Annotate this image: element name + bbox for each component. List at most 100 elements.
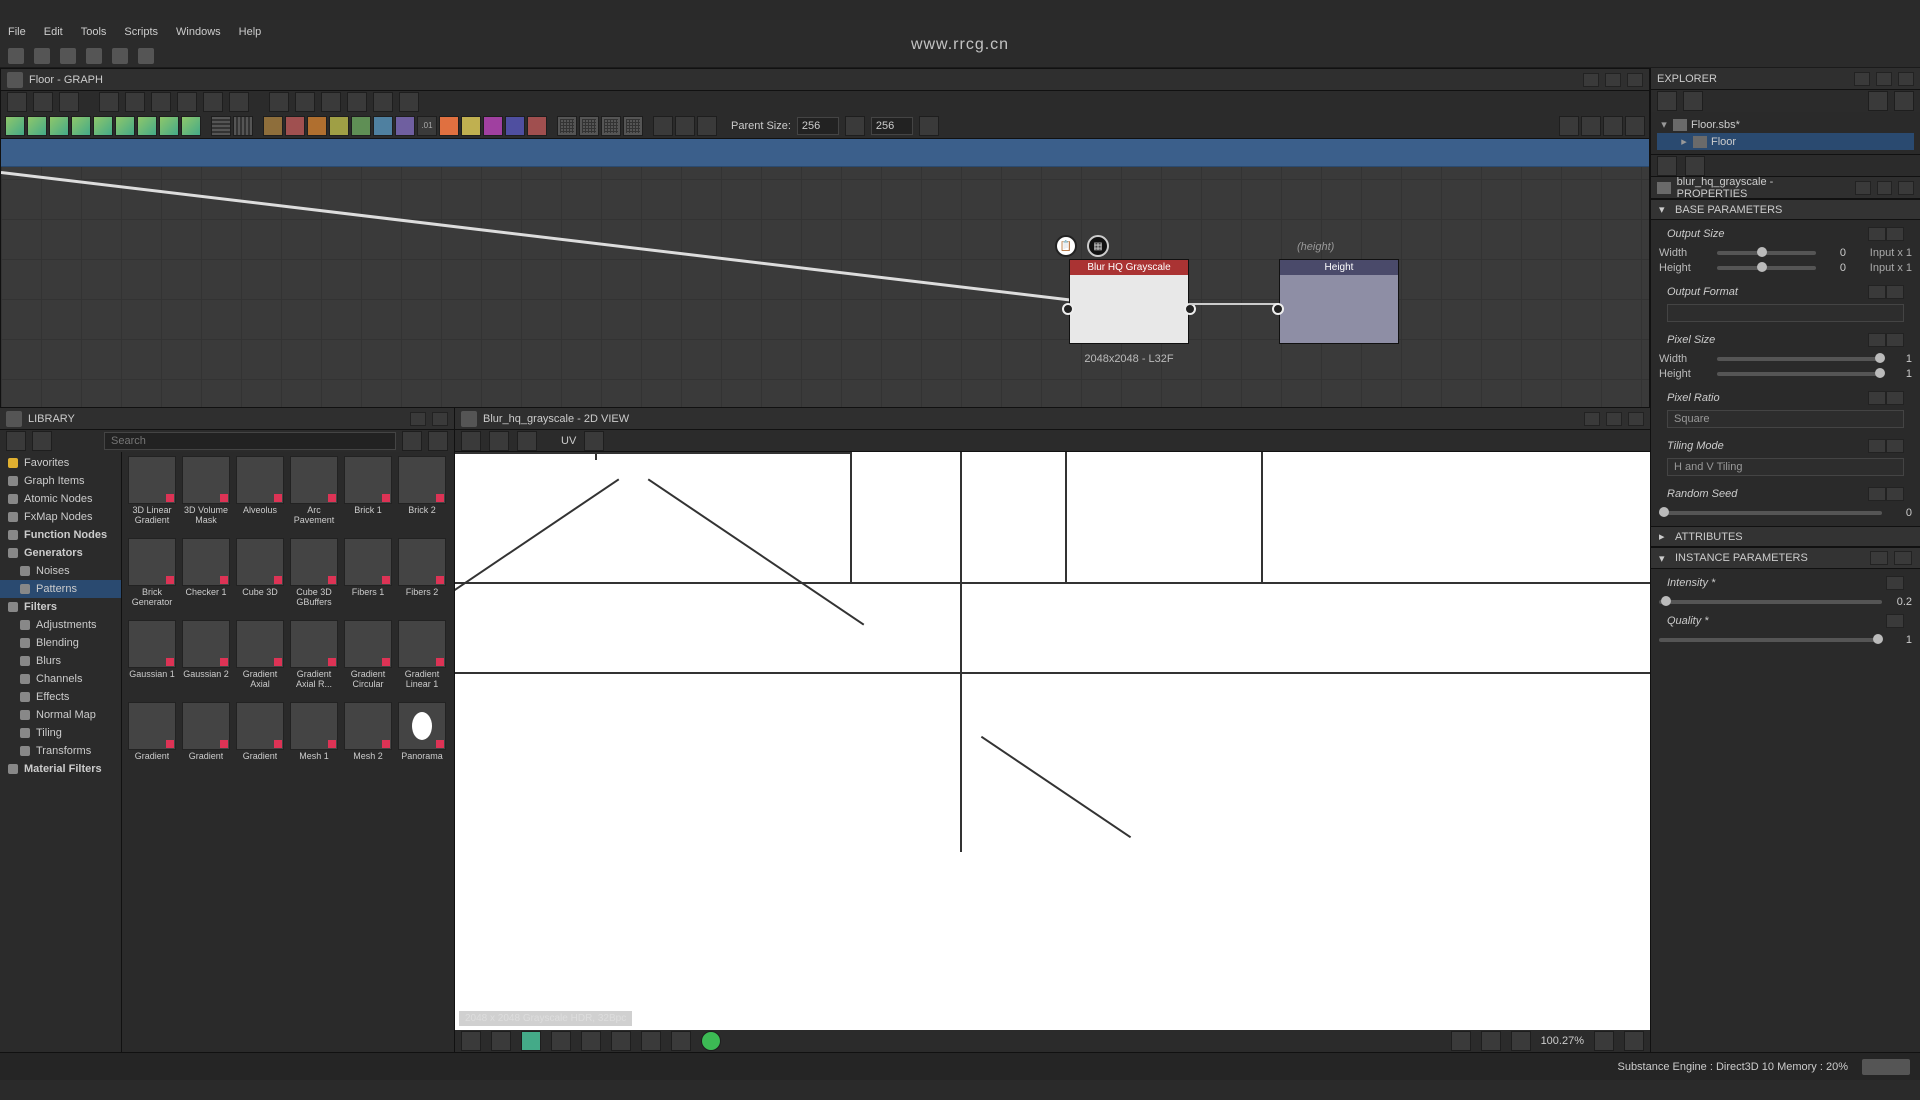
inherit-icon[interactable] <box>1868 285 1886 299</box>
stack-icon[interactable] <box>229 92 249 112</box>
reset-icon[interactable] <box>1886 576 1904 590</box>
close-icon[interactable] <box>432 412 448 426</box>
info-tab-icon[interactable] <box>1685 156 1705 176</box>
frame-icon[interactable] <box>557 116 577 136</box>
library-category[interactable]: Noises <box>0 562 121 580</box>
output-format-combo[interactable] <box>1667 304 1904 322</box>
camera-icon[interactable] <box>59 92 79 112</box>
number-node-icon[interactable]: .01 <box>417 116 437 136</box>
arrange-icon[interactable] <box>177 92 197 112</box>
maximize-icon[interactable] <box>1605 73 1621 87</box>
comment-icon[interactable] <box>653 116 673 136</box>
node-action-icon[interactable]: ▦ <box>1087 235 1109 257</box>
view-icon[interactable] <box>1559 116 1579 136</box>
histogram-icon[interactable] <box>641 1031 661 1051</box>
pheight-slider[interactable] <box>1717 372 1882 376</box>
seed-slider[interactable] <box>1659 511 1882 515</box>
reset-icon[interactable] <box>1886 391 1904 405</box>
library-category[interactable]: Generators <box>0 544 121 562</box>
paste-icon[interactable] <box>1894 551 1912 565</box>
status-dot-icon[interactable] <box>701 1031 721 1051</box>
library-grid[interactable]: 3D Linear Gradient3D Volume MaskAlveolus… <box>122 452 454 1052</box>
undo-icon[interactable] <box>112 48 128 64</box>
lock-icon[interactable] <box>845 116 865 136</box>
library-thumb[interactable]: Gradient <box>180 702 232 782</box>
copy-icon[interactable] <box>1870 551 1888 565</box>
grid-icon[interactable] <box>211 116 231 136</box>
select-icon[interactable] <box>151 92 171 112</box>
home-icon[interactable] <box>8 48 24 64</box>
library-thumb[interactable]: Gaussian 1 <box>126 620 178 700</box>
grid-icon[interactable] <box>233 116 253 136</box>
pin-icon[interactable] <box>675 116 695 136</box>
frame-icon[interactable] <box>623 116 643 136</box>
params-tab-icon[interactable] <box>1657 156 1677 176</box>
inherit-icon[interactable] <box>1868 439 1886 453</box>
library-category[interactable]: Normal Map <box>0 706 121 724</box>
library-thumb[interactable]: Arc Pavement <box>288 456 340 536</box>
align-icon[interactable] <box>203 92 223 112</box>
close-icon[interactable] <box>1898 181 1914 195</box>
reload-icon[interactable] <box>34 48 50 64</box>
reset-icon[interactable] <box>1886 227 1904 241</box>
tool-icon[interactable] <box>611 1031 631 1051</box>
explorer-file-row[interactable]: ▾ Floor.sbs* <box>1657 116 1914 133</box>
maximize-icon[interactable] <box>1606 412 1622 426</box>
pin-icon[interactable] <box>1583 73 1599 87</box>
menu-file[interactable]: File <box>8 26 26 38</box>
maximize-icon[interactable] <box>410 412 426 426</box>
parent-width-input[interactable] <box>797 117 839 135</box>
library-category[interactable]: Favorites <box>0 454 121 472</box>
close-icon[interactable] <box>1628 412 1644 426</box>
library-tree[interactable]: FavoritesGraph ItemsAtomic NodesFxMap No… <box>0 452 122 1052</box>
atomic-node-icon[interactable] <box>93 116 113 136</box>
refresh-icon[interactable] <box>919 116 939 136</box>
rotate-icon[interactable] <box>321 92 341 112</box>
tool-btn[interactable] <box>7 92 27 112</box>
library-thumb[interactable]: Gradient <box>234 702 286 782</box>
reset-icon[interactable] <box>1886 614 1904 628</box>
pin-icon[interactable] <box>697 116 717 136</box>
view-icon[interactable] <box>1603 116 1623 136</box>
library-category[interactable]: Atomic Nodes <box>0 490 121 508</box>
view2d-canvas[interactable]: 2048 x 2048 Grayscale HDR, 32Bpc <box>455 452 1650 1030</box>
frame-icon[interactable] <box>579 116 599 136</box>
view-icon[interactable] <box>1581 116 1601 136</box>
library-thumb[interactable]: Panorama <box>396 702 448 782</box>
save-image-icon[interactable] <box>461 431 481 451</box>
reset-icon[interactable] <box>1886 285 1904 299</box>
lock-icon[interactable] <box>1624 1031 1644 1051</box>
warn-node-icon[interactable] <box>439 116 459 136</box>
library-category[interactable]: Graph Items <box>0 472 121 490</box>
library-category[interactable]: Effects <box>0 688 121 706</box>
library-search-input[interactable] <box>104 432 396 450</box>
color-node-icon[interactable] <box>351 116 371 136</box>
library-category[interactable]: Filters <box>0 598 121 616</box>
library-thumb[interactable]: Gaussian 2 <box>180 620 232 700</box>
library-category[interactable]: Channels <box>0 670 121 688</box>
quality-slider[interactable] <box>1659 638 1882 642</box>
add-filter-icon[interactable] <box>428 431 448 451</box>
inherit-icon[interactable] <box>1868 227 1886 241</box>
inherit-icon[interactable] <box>1868 391 1886 405</box>
node-height-output[interactable]: Height <box>1279 259 1399 344</box>
uv-dropdown-icon[interactable] <box>584 431 604 451</box>
grid-icon[interactable] <box>551 1031 571 1051</box>
node-blur-hq-grayscale[interactable]: Blur HQ Grayscale <box>1069 259 1189 344</box>
channel-icon[interactable] <box>491 1031 511 1051</box>
library-category[interactable]: Function Nodes <box>0 526 121 544</box>
library-thumb[interactable]: Gradient Linear 1 <box>396 620 448 700</box>
wand-icon[interactable] <box>373 92 393 112</box>
center-icon[interactable] <box>1481 1031 1501 1051</box>
save-icon[interactable] <box>86 48 102 64</box>
library-thumb[interactable]: Checker 1 <box>180 538 232 618</box>
color-node-icon[interactable] <box>505 116 525 136</box>
paste-image-icon[interactable] <box>517 431 537 451</box>
library-thumb[interactable]: Brick Generator <box>126 538 178 618</box>
open-icon[interactable] <box>60 48 76 64</box>
tool-icon[interactable] <box>581 1031 601 1051</box>
color-node-icon[interactable] <box>483 116 503 136</box>
library-thumb[interactable]: Cube 3D <box>234 538 286 618</box>
library-thumb[interactable]: 3D Linear Gradient <box>126 456 178 536</box>
zoom-reset-icon[interactable] <box>1594 1031 1614 1051</box>
